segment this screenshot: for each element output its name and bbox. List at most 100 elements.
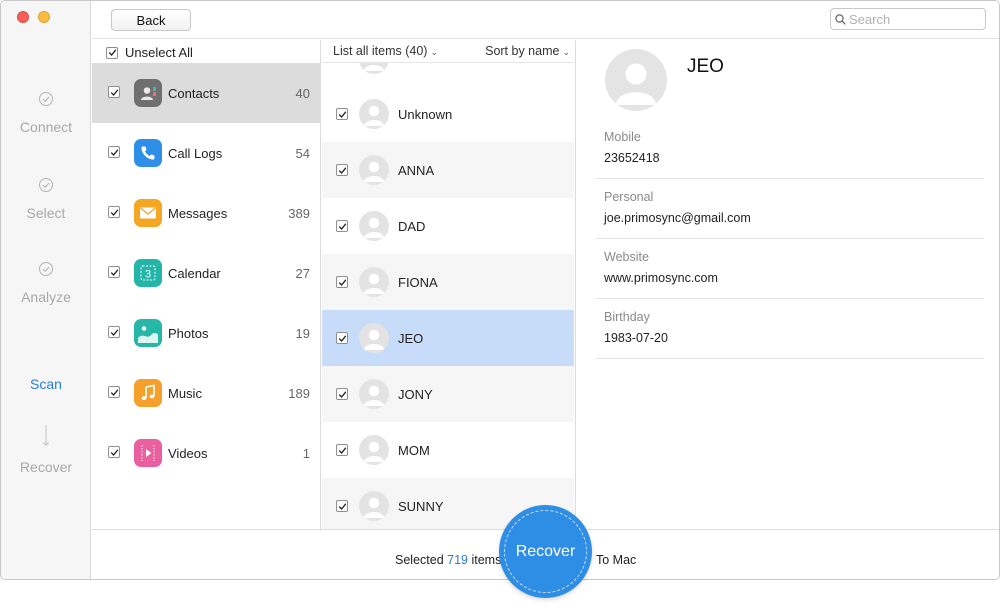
photos-icon — [134, 319, 162, 347]
category-calendar[interactable]: 3 Calendar 27 — [92, 243, 321, 303]
contact-avatar — [605, 49, 667, 111]
contact-row[interactable]: FIONA — [322, 254, 574, 310]
field-label: Birthday — [604, 310, 650, 324]
selection-summary: Selected 719 items — [395, 553, 501, 567]
contact-name: Unknown — [398, 107, 453, 122]
category-videos[interactable]: Videos 1 — [92, 423, 321, 483]
contact-checkbox[interactable] — [336, 276, 348, 288]
avatar — [359, 99, 389, 129]
recover-button-label: Recover — [515, 542, 576, 560]
field-value: joe.primosync@gmail.com — [604, 211, 751, 225]
category-name: Call Logs — [168, 146, 223, 161]
step-sidebar: Connect Select Analyze Scan Recover — [1, 1, 91, 579]
category-checkbox[interactable] — [108, 266, 120, 278]
phone-icon — [134, 139, 162, 167]
step-label: Select — [26, 205, 66, 221]
contact-checkbox[interactable] — [336, 500, 348, 512]
contact-checkbox[interactable] — [336, 164, 348, 176]
contact-list-panel: List all items (40) ⌄ Sort by name ⌄ Unkno… — [322, 40, 574, 529]
music-note-icon — [134, 379, 162, 407]
category-list: Contacts 40 Call Logs 54 Messages 389 3 … — [92, 63, 321, 483]
svg-text:3: 3 — [145, 269, 151, 281]
check-circle-icon — [39, 178, 53, 192]
category-name: Music — [168, 386, 202, 401]
category-call-logs[interactable]: Call Logs 54 — [92, 123, 321, 183]
contact-row[interactable]: DAD — [322, 198, 574, 254]
category-name: Photos — [168, 326, 209, 341]
detail-field-birthday: Birthday 1983-07-20 — [596, 299, 984, 359]
category-contacts[interactable]: Contacts 40 — [92, 63, 321, 123]
sort-dropdown[interactable]: Sort by name ⌄ — [485, 44, 570, 58]
list-filter-dropdown[interactable]: List all items (40) ⌄ — [333, 44, 438, 58]
avatar — [359, 491, 389, 521]
contact-checkbox[interactable] — [336, 108, 348, 120]
contact-checkbox[interactable] — [336, 444, 348, 456]
category-music[interactable]: Music 189 — [92, 363, 321, 423]
contact-detail-name: JEO — [687, 56, 724, 77]
category-checkbox[interactable] — [108, 206, 120, 218]
to-mac-label: To Mac — [596, 553, 637, 567]
field-value: www.primosync.com — [604, 271, 718, 285]
contacts-icon — [134, 79, 162, 107]
avatar — [359, 211, 389, 241]
contact-row-selected[interactable]: JEO — [322, 310, 574, 366]
category-checkbox[interactable] — [108, 86, 120, 98]
contact-name: SUNNY — [398, 499, 444, 514]
category-count: 19 — [295, 326, 310, 341]
category-checkbox[interactable] — [108, 146, 120, 158]
search-icon — [835, 13, 846, 25]
contact-detail-panel: JEO Mobile 23652418 Personal joe.primosy… — [575, 40, 999, 529]
unselect-all-control[interactable]: Unselect All — [106, 45, 193, 60]
list-item-partial[interactable] — [322, 63, 574, 86]
category-photos[interactable]: Photos 19 — [92, 303, 321, 363]
list-header: List all items (40) ⌄ Sort by name ⌄ — [322, 40, 574, 63]
chevron-down-icon: ⌄ — [430, 47, 439, 57]
contact-row[interactable]: MOM — [322, 422, 574, 478]
list-filter-label: List all items (40) — [333, 44, 428, 58]
app-window: Connect Select Analyze Scan Recover Back… — [0, 0, 1000, 580]
selected-prefix: Selected — [395, 553, 444, 567]
contact-name: JEO — [398, 331, 424, 346]
category-checkbox[interactable] — [108, 326, 120, 338]
category-checkbox[interactable] — [108, 446, 120, 458]
category-count: 27 — [295, 266, 310, 281]
category-name: Messages — [168, 206, 228, 221]
category-panel: Unselect All Contacts 40 Call Logs 54 Me… — [92, 40, 321, 529]
search-box[interactable] — [830, 8, 986, 30]
category-messages[interactable]: Messages 389 — [92, 183, 321, 243]
contact-row[interactable]: Unknown — [322, 86, 574, 142]
contact-row[interactable]: JONY — [322, 366, 574, 422]
close-window-button[interactable] — [17, 11, 29, 23]
category-count: 189 — [288, 386, 310, 401]
step-recover: Recover — [1, 425, 91, 475]
field-label: Website — [604, 250, 649, 264]
category-name: Calendar — [168, 266, 221, 281]
contact-checkbox[interactable] — [336, 332, 348, 344]
contact-list: Unknown ANNA DAD FIONA JEO JONY MOM SUNN… — [322, 63, 574, 529]
step-label: Connect — [19, 119, 73, 135]
category-count: 54 — [295, 146, 310, 161]
unselect-all-checkbox[interactable] — [106, 46, 118, 59]
category-count: 40 — [295, 86, 310, 101]
category-name: Videos — [168, 446, 208, 461]
avatar — [359, 379, 389, 409]
detail-field-personal: Personal joe.primosync@gmail.com — [596, 179, 984, 239]
chevron-down-icon: ⌄ — [562, 47, 570, 57]
contact-checkbox[interactable] — [336, 220, 348, 232]
search-input[interactable] — [849, 11, 981, 27]
category-checkbox[interactable] — [108, 386, 120, 398]
avatar — [359, 155, 389, 185]
back-button[interactable]: Back — [111, 9, 191, 31]
contact-name: JONY — [398, 387, 433, 402]
arrow-down-icon — [43, 425, 49, 447]
recover-button[interactable]: Recover — [499, 505, 592, 598]
step-label: Recover — [19, 459, 73, 475]
avatar — [359, 435, 389, 465]
avatar — [359, 63, 389, 74]
minimize-window-button[interactable] — [38, 11, 50, 23]
contact-row[interactable]: ANNA — [322, 142, 574, 198]
avatar — [359, 267, 389, 297]
step-select: Select — [1, 177, 91, 221]
field-label: Personal — [604, 190, 654, 204]
contact-checkbox[interactable] — [336, 388, 348, 400]
